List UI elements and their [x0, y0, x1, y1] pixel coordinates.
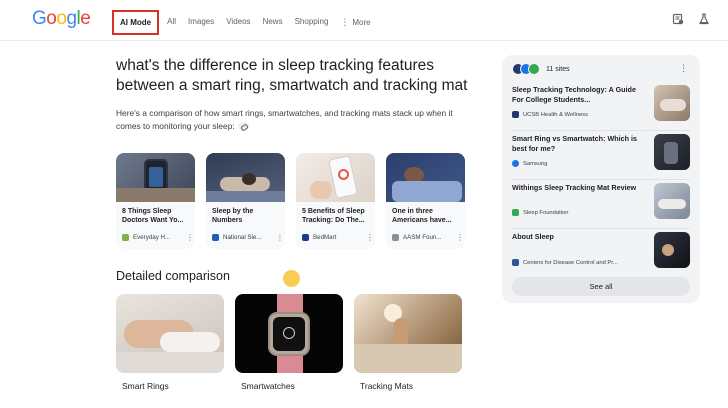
kebab-icon[interactable]: ⋮ — [276, 233, 284, 241]
kebab-icon[interactable]: ⋮ — [186, 233, 194, 241]
answer-intro: Here's a comparison of how smart rings, … — [116, 107, 476, 132]
source-site-name: Sleep Foundation — [523, 209, 569, 216]
sources-panel: 11 sites ⋮ Sleep Tracking Technology: A … — [502, 55, 700, 303]
top-bar: Google AI Mode All Images Videos News Sh… — [0, 0, 728, 41]
card-source: BedMart ⋮ — [302, 233, 374, 241]
card-source-name: BedMart — [313, 234, 337, 241]
source-item[interactable]: Withings Sleep Tracking Mat Review Sleep… — [512, 183, 690, 229]
source-item[interactable]: About Sleep Centers for Disease Control … — [512, 232, 690, 272]
detailed-comparison-heading: Detailed comparison — [116, 269, 230, 283]
card-source-name: Everyday H... — [133, 234, 171, 241]
comparison-cards: Smart Rings Smartwatches Tracking Mats — [116, 294, 462, 391]
source-site: Centers for Disease Control and Pr... — [512, 259, 618, 266]
top-icons — [672, 13, 710, 25]
source-title: Withings Sleep Tracking Mat Review — [512, 183, 637, 192]
google-logo[interactable]: Google — [32, 8, 91, 30]
source-thumbnail — [654, 232, 690, 268]
card-image — [386, 153, 465, 202]
source-favicon-icon — [512, 160, 519, 167]
search-tabs: AI Mode All Images Videos News Shopping … — [112, 9, 383, 35]
comparison-card[interactable]: Smart Rings — [116, 294, 224, 391]
answer-text: Here's a comparison of how smart rings, … — [116, 108, 453, 131]
page-title: what's the difference in sleep tracking … — [116, 57, 468, 94]
source-card[interactable]: One in three Americans have... AASM Foun… — [386, 153, 465, 249]
card-image — [206, 153, 285, 202]
source-favicon-icon — [302, 234, 309, 241]
source-site-name: Samsung — [523, 160, 548, 167]
source-favicon-icon — [512, 111, 519, 118]
card-title: 5 Benefits of Sleep Tracking: Do The... — [302, 208, 365, 224]
flask-icon[interactable] — [698, 13, 710, 25]
tab-ai-mode[interactable]: AI Mode — [112, 9, 160, 35]
source-favicon-icon — [512, 259, 519, 266]
comparison-card[interactable]: Tracking Mats — [354, 294, 462, 391]
source-favicon-icon — [122, 234, 129, 241]
kebab-icon[interactable]: ⋮ — [366, 233, 374, 241]
page: Google AI Mode All Images Videos News Sh… — [0, 0, 728, 408]
comparison-label: Smartwatches — [241, 381, 295, 391]
card-image — [116, 153, 195, 202]
logo-letter: g — [66, 8, 77, 29]
logo-letter: G — [32, 8, 47, 29]
source-favicon-icon — [212, 234, 219, 241]
site-favicon-icon — [528, 63, 540, 75]
source-item[interactable]: Sleep Tracking Technology: A Guide For C… — [512, 85, 690, 131]
source-cards: 8 Things Sleep Doctors Want Yo... Everyd… — [116, 153, 465, 249]
logo-letter: e — [80, 8, 91, 29]
comparison-label: Smart Rings — [122, 381, 169, 391]
card-source: National Sle... ⋮ — [212, 233, 284, 241]
smartwatches-image — [235, 294, 343, 373]
source-site: UCSB Health & Wellness — [512, 111, 588, 118]
tab-videos[interactable]: Videos — [226, 10, 250, 34]
logo-letter: o — [46, 8, 57, 29]
source-title: About Sleep — [512, 232, 554, 241]
link-icon[interactable] — [237, 121, 249, 131]
source-card[interactable]: 8 Things Sleep Doctors Want Yo... Everyd… — [116, 153, 195, 249]
labs-icon[interactable] — [672, 13, 684, 25]
card-source-name: AASM Foun... — [403, 234, 442, 241]
source-thumbnail — [654, 134, 690, 170]
source-item[interactable]: Smart Ring vs Smartwatch: Which is best … — [512, 134, 690, 180]
card-title: 8 Things Sleep Doctors Want Yo... — [122, 208, 184, 224]
more-vert-icon: ⋮ — [340, 16, 350, 27]
source-card[interactable]: 5 Benefits of Sleep Tracking: Do The... … — [296, 153, 375, 249]
source-title: Smart Ring vs Smartwatch: Which is best … — [512, 134, 638, 153]
tab-more[interactable]: ⋮ More — [340, 10, 370, 35]
tab-more-label: More — [352, 17, 371, 27]
kebab-icon[interactable]: ⋮ — [456, 233, 464, 241]
card-title: Sleep by the Numbers — [212, 208, 254, 224]
tab-shopping[interactable]: Shopping — [295, 10, 329, 34]
source-card[interactable]: Sleep by the Numbers National Sle... ⋮ — [206, 153, 285, 249]
source-thumbnail — [654, 85, 690, 121]
sources-header: 11 sites — [512, 63, 570, 75]
card-source: Everyday H... ⋮ — [122, 233, 194, 241]
card-source: AASM Foun... ⋮ — [392, 233, 464, 241]
tracking-mats-image — [354, 294, 462, 373]
see-all-button[interactable]: See all — [512, 277, 690, 296]
source-favicon-icon — [512, 209, 519, 216]
cursor-indicator — [283, 270, 300, 287]
source-site: Samsung — [512, 160, 548, 167]
card-image — [296, 153, 375, 202]
tab-all[interactable]: All — [167, 10, 176, 34]
tab-images[interactable]: Images — [188, 10, 214, 34]
card-source-name: National Sle... — [223, 234, 262, 241]
comparison-label: Tracking Mats — [360, 381, 414, 391]
card-title: One in three Americans have... — [392, 208, 452, 224]
logo-letter: o — [56, 8, 67, 29]
source-thumbnail — [654, 183, 690, 219]
source-site: Sleep Foundation — [512, 209, 568, 216]
smart-rings-image — [116, 294, 224, 373]
source-site-name: Centers for Disease Control and Pr... — [523, 259, 618, 266]
kebab-icon[interactable]: ⋮ — [679, 63, 688, 74]
comparison-card[interactable]: Smartwatches — [235, 294, 343, 391]
source-site-name: UCSB Health & Wellness — [523, 111, 588, 118]
tab-news[interactable]: News — [263, 10, 283, 34]
source-favicon-icon — [392, 234, 399, 241]
sources-count: 11 sites — [546, 65, 570, 73]
source-title: Sleep Tracking Technology: A Guide For C… — [512, 85, 636, 104]
